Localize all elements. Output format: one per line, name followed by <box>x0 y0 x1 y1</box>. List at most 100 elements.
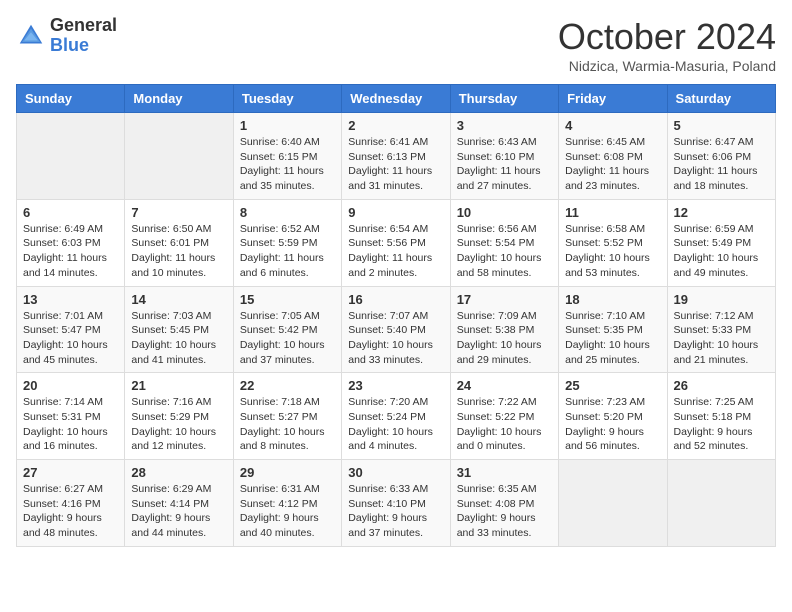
day-cell <box>559 460 667 547</box>
logo-icon <box>16 21 46 51</box>
day-cell: 8Sunrise: 6:52 AM Sunset: 5:59 PM Daylig… <box>233 199 341 286</box>
day-cell: 1Sunrise: 6:40 AM Sunset: 6:15 PM Daylig… <box>233 113 341 200</box>
day-info: Sunrise: 7:01 AM Sunset: 5:47 PM Dayligh… <box>23 309 118 368</box>
day-number: 14 <box>131 292 226 307</box>
day-info: Sunrise: 7:05 AM Sunset: 5:42 PM Dayligh… <box>240 309 335 368</box>
day-info: Sunrise: 7:23 AM Sunset: 5:20 PM Dayligh… <box>565 395 660 454</box>
day-number: 12 <box>674 205 769 220</box>
day-cell <box>17 113 125 200</box>
weekday-header-row: SundayMondayTuesdayWednesdayThursdayFrid… <box>17 85 776 113</box>
day-number: 26 <box>674 378 769 393</box>
day-info: Sunrise: 7:25 AM Sunset: 5:18 PM Dayligh… <box>674 395 769 454</box>
day-info: Sunrise: 6:49 AM Sunset: 6:03 PM Dayligh… <box>23 222 118 281</box>
day-cell: 26 Sunrise: 7:25 AM Sunset: 5:18 PM Dayli… <box>667 373 775 460</box>
day-number: 30 <box>348 465 443 480</box>
day-cell: 16Sunrise: 7:07 AM Sunset: 5:40 PM Dayli… <box>342 286 450 373</box>
weekday-header-wednesday: Wednesday <box>342 85 450 113</box>
day-info: Sunrise: 6:50 AM Sunset: 6:01 PM Dayligh… <box>131 222 226 281</box>
day-number: 11 <box>565 205 660 220</box>
day-cell: 18 Sunrise: 7:10 AM Sunset: 5:35 PM Dayli… <box>559 286 667 373</box>
day-number: 16 <box>348 292 443 307</box>
week-row-2: 6 Sunrise: 6:49 AM Sunset: 6:03 PM Daylig… <box>17 199 776 286</box>
day-number: 24 <box>457 378 552 393</box>
day-number: 17 <box>457 292 552 307</box>
day-cell: 2 Sunrise: 6:41 AM Sunset: 6:13 PM Daylig… <box>342 113 450 200</box>
day-cell: 6 Sunrise: 6:49 AM Sunset: 6:03 PM Daylig… <box>17 199 125 286</box>
day-number: 22 <box>240 378 335 393</box>
title-block: October 2024 Nidzica, Warmia-Masuria, Po… <box>558 16 776 74</box>
calendar-table: SundayMondayTuesdayWednesdayThursdayFrid… <box>16 84 776 547</box>
day-number: 3 <box>457 118 552 133</box>
day-number: 2 <box>348 118 443 133</box>
day-cell: 10 Sunrise: 6:56 AM Sunset: 5:54 PM Dayli… <box>450 199 558 286</box>
day-cell: 17 Sunrise: 7:09 AM Sunset: 5:38 PM Dayli… <box>450 286 558 373</box>
month-title: October 2024 <box>558 16 776 58</box>
day-number: 27 <box>23 465 118 480</box>
day-cell: 23Sunrise: 7:20 AM Sunset: 5:24 PM Dayli… <box>342 373 450 460</box>
week-row-3: 13 Sunrise: 7:01 AM Sunset: 5:47 PM Dayli… <box>17 286 776 373</box>
day-cell: 5 Sunrise: 6:47 AM Sunset: 6:06 PM Daylig… <box>667 113 775 200</box>
day-info: Sunrise: 7:12 AM Sunset: 5:33 PM Dayligh… <box>674 309 769 368</box>
day-number: 18 <box>565 292 660 307</box>
week-row-5: 27 Sunrise: 6:27 AM Sunset: 4:16 PM Dayli… <box>17 460 776 547</box>
day-info: Sunrise: 6:35 AM Sunset: 4:08 PM Dayligh… <box>457 482 552 541</box>
day-cell: 25Sunrise: 7:23 AM Sunset: 5:20 PM Dayli… <box>559 373 667 460</box>
day-cell <box>667 460 775 547</box>
day-cell: 20 Sunrise: 7:14 AM Sunset: 5:31 PM Dayli… <box>17 373 125 460</box>
day-cell: 22 Sunrise: 7:18 AM Sunset: 5:27 PM Dayli… <box>233 373 341 460</box>
day-cell: 24 Sunrise: 7:22 AM Sunset: 5:22 PM Dayli… <box>450 373 558 460</box>
day-number: 9 <box>348 205 443 220</box>
day-cell: 29 Sunrise: 6:31 AM Sunset: 4:12 PM Dayli… <box>233 460 341 547</box>
day-cell: 15 Sunrise: 7:05 AM Sunset: 5:42 PM Dayli… <box>233 286 341 373</box>
day-info: Sunrise: 6:27 AM Sunset: 4:16 PM Dayligh… <box>23 482 118 541</box>
weekday-header-sunday: Sunday <box>17 85 125 113</box>
day-number: 21 <box>131 378 226 393</box>
day-info: Sunrise: 7:14 AM Sunset: 5:31 PM Dayligh… <box>23 395 118 454</box>
day-info: Sunrise: 7:20 AM Sunset: 5:24 PM Dayligh… <box>348 395 443 454</box>
day-cell: 19Sunrise: 7:12 AM Sunset: 5:33 PM Dayli… <box>667 286 775 373</box>
day-info: Sunrise: 6:59 AM Sunset: 5:49 PM Dayligh… <box>674 222 769 281</box>
day-cell: 11 Sunrise: 6:58 AM Sunset: 5:52 PM Dayli… <box>559 199 667 286</box>
day-number: 1 <box>240 118 335 133</box>
day-cell: 4Sunrise: 6:45 AM Sunset: 6:08 PM Daylig… <box>559 113 667 200</box>
day-number: 15 <box>240 292 335 307</box>
day-info: Sunrise: 6:58 AM Sunset: 5:52 PM Dayligh… <box>565 222 660 281</box>
day-info: Sunrise: 7:18 AM Sunset: 5:27 PM Dayligh… <box>240 395 335 454</box>
day-info: Sunrise: 6:47 AM Sunset: 6:06 PM Dayligh… <box>674 135 769 194</box>
weekday-header-thursday: Thursday <box>450 85 558 113</box>
day-number: 28 <box>131 465 226 480</box>
day-info: Sunrise: 6:54 AM Sunset: 5:56 PM Dayligh… <box>348 222 443 281</box>
day-number: 5 <box>674 118 769 133</box>
location-subtitle: Nidzica, Warmia-Masuria, Poland <box>558 58 776 74</box>
week-row-4: 20 Sunrise: 7:14 AM Sunset: 5:31 PM Dayli… <box>17 373 776 460</box>
day-info: Sunrise: 6:43 AM Sunset: 6:10 PM Dayligh… <box>457 135 552 194</box>
day-cell: 21 Sunrise: 7:16 AM Sunset: 5:29 PM Dayli… <box>125 373 233 460</box>
day-number: 10 <box>457 205 552 220</box>
weekday-header-saturday: Saturday <box>667 85 775 113</box>
day-cell: 14Sunrise: 7:03 AM Sunset: 5:45 PM Dayli… <box>125 286 233 373</box>
day-info: Sunrise: 6:52 AM Sunset: 5:59 PM Dayligh… <box>240 222 335 281</box>
day-info: Sunrise: 7:16 AM Sunset: 5:29 PM Dayligh… <box>131 395 226 454</box>
day-info: Sunrise: 6:45 AM Sunset: 6:08 PM Dayligh… <box>565 135 660 194</box>
day-info: Sunrise: 6:29 AM Sunset: 4:14 PM Dayligh… <box>131 482 226 541</box>
day-info: Sunrise: 7:22 AM Sunset: 5:22 PM Dayligh… <box>457 395 552 454</box>
day-number: 20 <box>23 378 118 393</box>
day-info: Sunrise: 6:56 AM Sunset: 5:54 PM Dayligh… <box>457 222 552 281</box>
day-info: Sunrise: 7:10 AM Sunset: 5:35 PM Dayligh… <box>565 309 660 368</box>
day-info: Sunrise: 6:31 AM Sunset: 4:12 PM Dayligh… <box>240 482 335 541</box>
logo: General Blue <box>16 16 117 56</box>
day-info: Sunrise: 7:09 AM Sunset: 5:38 PM Dayligh… <box>457 309 552 368</box>
day-number: 6 <box>23 205 118 220</box>
day-number: 13 <box>23 292 118 307</box>
page-header: General Blue October 2024 Nidzica, Warmi… <box>16 16 776 74</box>
day-info: Sunrise: 6:41 AM Sunset: 6:13 PM Dayligh… <box>348 135 443 194</box>
day-cell: 28 Sunrise: 6:29 AM Sunset: 4:14 PM Dayli… <box>125 460 233 547</box>
weekday-header-tuesday: Tuesday <box>233 85 341 113</box>
day-cell: 30Sunrise: 6:33 AM Sunset: 4:10 PM Dayli… <box>342 460 450 547</box>
day-cell: 31 Sunrise: 6:35 AM Sunset: 4:08 PM Dayli… <box>450 460 558 547</box>
day-cell: 27 Sunrise: 6:27 AM Sunset: 4:16 PM Dayli… <box>17 460 125 547</box>
day-number: 29 <box>240 465 335 480</box>
weekday-header-friday: Friday <box>559 85 667 113</box>
day-cell <box>125 113 233 200</box>
day-number: 31 <box>457 465 552 480</box>
